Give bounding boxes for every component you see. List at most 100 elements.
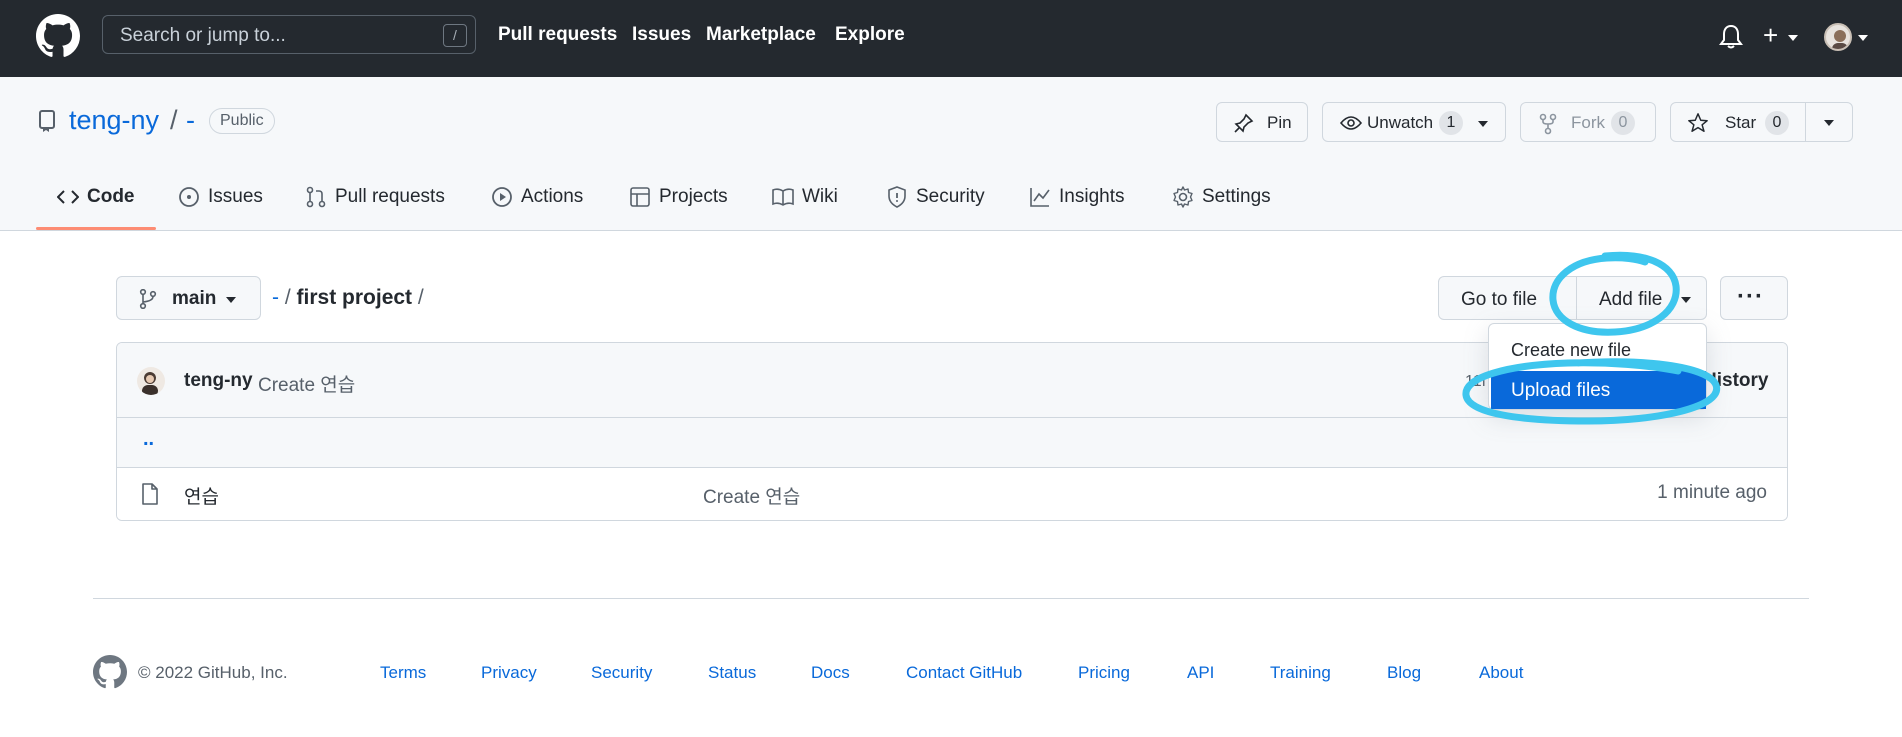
global-header: Search or jump to... / Pull requests Iss… — [0, 0, 1902, 77]
watch-count: 1 — [1439, 111, 1463, 135]
commit-author-link[interactable]: teng-ny — [184, 370, 253, 392]
add-file-menu: Create new file Upload files — [1488, 323, 1707, 410]
eye-icon — [1340, 116, 1362, 130]
gear-icon — [1173, 186, 1193, 208]
visibility-badge: Public — [209, 108, 275, 134]
search-input[interactable]: Search or jump to... / — [102, 15, 476, 54]
graph-icon — [1030, 188, 1050, 207]
user-menu-caret-icon[interactable] — [1858, 35, 1868, 41]
branch-name: main — [172, 288, 217, 309]
footer-link-api[interactable]: API — [1187, 663, 1214, 683]
footer-link-status[interactable]: Status — [708, 663, 756, 683]
github-logo-icon[interactable] — [36, 14, 80, 58]
star-count: 0 — [1765, 111, 1789, 135]
star-label: Star — [1725, 113, 1757, 132]
footer-link-docs[interactable]: Docs — [811, 663, 850, 683]
repo-icon — [39, 110, 55, 132]
active-tab-indicator — [36, 227, 156, 230]
repo-path-separator: / — [170, 105, 178, 135]
kebab-icon: ··· — [1737, 283, 1764, 310]
footer-link-privacy[interactable]: Privacy — [481, 663, 537, 683]
github-logo-icon[interactable] — [93, 655, 127, 689]
menu-item-create-new-file[interactable]: Create new file — [1511, 340, 1631, 361]
branch-caret-icon — [226, 297, 236, 303]
tab-pull-requests-label: Pull requests — [335, 186, 445, 207]
issue-icon — [179, 187, 199, 207]
tab-settings-label: Settings — [1202, 186, 1271, 207]
tab-insights-label: Insights — [1059, 186, 1125, 207]
go-to-file-button[interactable]: Go to file — [1438, 276, 1577, 320]
go-to-file-label: Go to file — [1461, 289, 1538, 310]
nav-marketplace[interactable]: Marketplace — [706, 24, 816, 46]
file-name-link[interactable]: 연습 — [184, 482, 219, 509]
code-icon — [57, 190, 79, 204]
unwatch-caret-icon — [1478, 121, 1488, 127]
branch-icon — [139, 289, 157, 309]
footer-link-terms[interactable]: Terms — [380, 663, 426, 683]
create-new-caret-icon[interactable] — [1788, 35, 1798, 41]
history-link[interactable]: History — [1703, 370, 1768, 392]
footer-link-about[interactable]: About — [1479, 663, 1523, 683]
fork-count: 0 — [1611, 111, 1635, 135]
play-icon — [492, 187, 512, 207]
tab-projects-label: Projects — [659, 186, 728, 207]
breadcrumb-separator: / — [284, 286, 291, 309]
star-button[interactable]: Star 0 — [1670, 102, 1806, 142]
unwatch-button[interactable]: Unwatch 1 — [1322, 102, 1506, 142]
search-shortcut-key: / — [443, 24, 467, 47]
commit-hash[interactable]: 11f — [1465, 373, 1486, 391]
table-row: 연습 Create 연습 1 minute ago — [117, 468, 1787, 520]
breadcrumb-root-link[interactable]: - — [272, 286, 279, 309]
breadcrumb-separator-trailing: / — [417, 286, 424, 309]
create-new-icon[interactable]: + — [1763, 20, 1778, 50]
repo-owner-link[interactable]: teng-ny — [69, 105, 159, 136]
shield-icon — [888, 186, 906, 208]
commit-message-link[interactable]: Create 연습 — [258, 370, 355, 397]
tab-security-label: Security — [916, 186, 985, 207]
star-lists-dropdown[interactable] — [1805, 102, 1853, 142]
nav-explore[interactable]: Explore — [835, 24, 905, 46]
file-commit-message-link[interactable]: Create 연습 — [703, 482, 800, 509]
add-file-caret-icon — [1681, 297, 1691, 303]
tab-actions-label: Actions — [521, 186, 584, 207]
tab-issues-label: Issues — [208, 186, 263, 207]
menu-item-upload-files[interactable]: Upload files — [1491, 371, 1706, 409]
repo-header: teng-ny / - Public Pin Unwatch 1 Fork 0 — [0, 77, 1902, 231]
book-icon — [772, 188, 794, 206]
tab-wiki-label: Wiki — [802, 186, 838, 207]
add-file-label: Add file — [1599, 289, 1663, 310]
unwatch-label: Unwatch — [1367, 113, 1434, 132]
footer-link-security[interactable]: Security — [591, 663, 652, 683]
add-file-button[interactable]: Add file — [1576, 276, 1707, 320]
pull-request-icon — [306, 186, 326, 208]
user-avatar[interactable] — [1824, 23, 1852, 51]
notification-bell-icon[interactable] — [1719, 24, 1743, 50]
breadcrumb-current-folder: first project — [296, 286, 413, 309]
footer-divider — [93, 598, 1809, 599]
fork-icon — [1539, 113, 1557, 135]
footer-copyright: © 2022 GitHub, Inc. — [138, 663, 288, 682]
footer-link-training[interactable]: Training — [1270, 663, 1331, 683]
nav-issues[interactable]: Issues — [632, 24, 691, 46]
pin-label: Pin — [1267, 113, 1292, 132]
avatar-image-icon — [142, 372, 158, 395]
footer-link-pricing[interactable]: Pricing — [1078, 663, 1130, 683]
repo-name-link[interactable]: - — [186, 105, 195, 136]
more-options-button[interactable]: ··· — [1720, 276, 1788, 320]
pin-button[interactable]: Pin — [1216, 102, 1308, 142]
branch-selector[interactable]: main — [116, 276, 261, 320]
parent-directory-row[interactable]: .. — [117, 418, 1787, 468]
tab-code-label: Code — [87, 186, 135, 207]
footer-link-contact[interactable]: Contact GitHub — [906, 663, 1022, 683]
breadcrumb: - / first project / — [272, 286, 424, 310]
parent-directory-link[interactable]: .. — [143, 428, 154, 451]
file-icon — [142, 483, 158, 505]
nav-pull-requests[interactable]: Pull requests — [498, 24, 617, 46]
fork-button[interactable]: Fork 0 — [1520, 102, 1656, 142]
upload-files-label: Upload files — [1511, 380, 1611, 401]
star-caret-icon — [1824, 120, 1834, 126]
search-placeholder: Search or jump to... — [120, 25, 286, 46]
footer-link-blog[interactable]: Blog — [1387, 663, 1421, 683]
commit-author-avatar[interactable] — [137, 367, 165, 395]
fork-label: Fork — [1571, 113, 1605, 132]
